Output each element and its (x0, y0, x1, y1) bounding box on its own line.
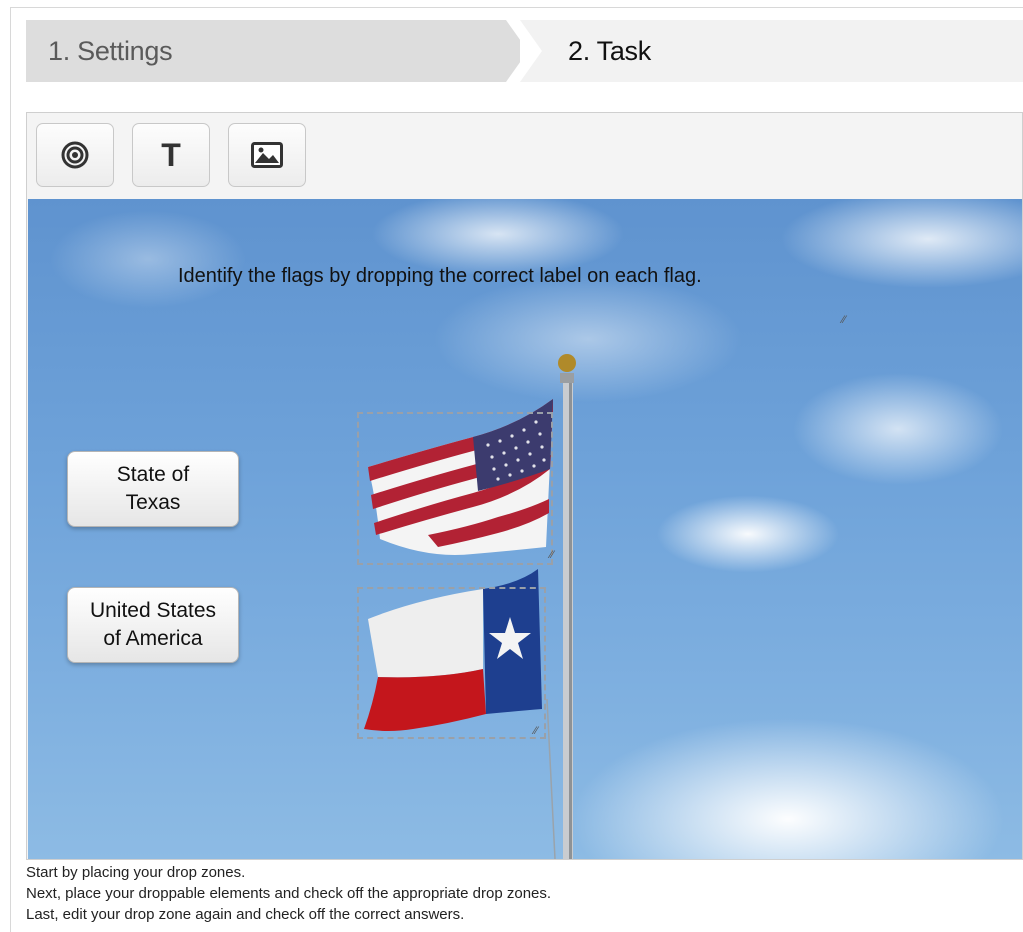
editor-toolbar: T (27, 113, 1022, 199)
drag-drop-editor: T Identify the flags by dropping the cor… (26, 112, 1023, 860)
tab-settings-label: 1. Settings (48, 36, 173, 66)
add-text-button[interactable]: T (132, 123, 210, 187)
step-notch (520, 20, 542, 82)
instruction-line: Last, edit your drop zone again and chec… (26, 906, 465, 923)
question-text[interactable]: Identify the flags by dropping the corre… (178, 265, 702, 288)
target-icon (61, 141, 89, 169)
question-resize-handle[interactable]: ⁄⁄ (842, 314, 854, 326)
wizard-steps: 1. Settings 2. Task (26, 20, 1023, 82)
tab-task-label: 2. Task (568, 36, 651, 66)
tab-settings[interactable]: 1. Settings (26, 20, 506, 82)
drop-zone-1-resize-handle[interactable]: ⁄⁄ (550, 549, 562, 561)
add-image-button[interactable] (228, 123, 306, 187)
draggable-label-state-of-texas[interactable]: State of Texas (67, 451, 239, 527)
instruction-line: Start by placing your drop zones. (26, 864, 246, 881)
instruction-line: Next, place your droppable elements and … (26, 885, 552, 902)
text-icon: T (161, 136, 181, 173)
tab-task[interactable]: 2. Task (520, 20, 1023, 82)
drop-zone-2-resize-handle[interactable]: ⁄⁄ (534, 725, 546, 737)
instructions: Start by placing your drop zones. Next, … (26, 862, 551, 925)
add-drop-zone-button[interactable] (36, 123, 114, 187)
image-icon (251, 142, 283, 168)
draggable-label-united-states-of-america[interactable]: United States of America (67, 587, 239, 663)
task-canvas[interactable]: Identify the flags by dropping the corre… (28, 199, 1022, 859)
drop-zone-2[interactable] (357, 587, 546, 739)
drop-zone-1[interactable] (357, 412, 553, 565)
